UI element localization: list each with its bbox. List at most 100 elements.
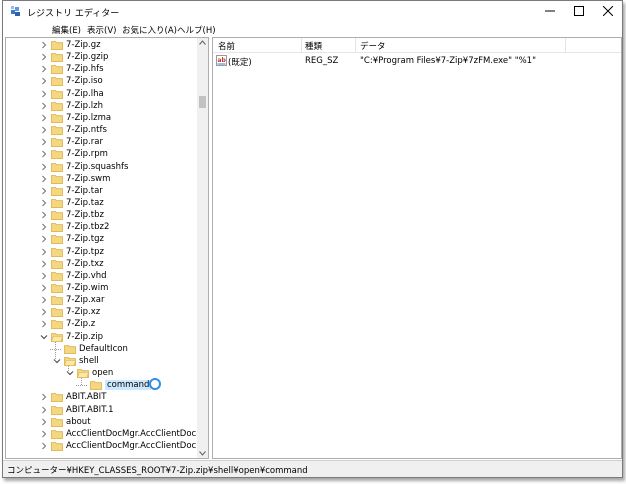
folder-icon [51, 125, 63, 136]
chevron-right-icon[interactable] [40, 308, 48, 316]
chevron-right-icon[interactable] [40, 260, 48, 268]
chevron-right-icon[interactable] [40, 235, 48, 243]
chevron-right-icon[interactable] [40, 248, 48, 256]
title-bar[interactable]: レジストリ エディター [3, 1, 622, 21]
tree-item[interactable]: 7-Zip.rar [6, 136, 196, 148]
maximize-button[interactable] [565, 1, 593, 21]
value-row[interactable]: ab (既定) REG_SZ "C:¥Program Files¥7-Zip¥7… [213, 54, 621, 68]
column-header-data[interactable]: データ [360, 40, 386, 52]
chevron-right-icon[interactable] [40, 430, 48, 438]
column-header-type[interactable]: 種類 [305, 40, 322, 52]
key-tree-pane[interactable]: 7-Zip.gz 7-Zip.gzip 7-Zip.hfs 7-Zip.iso 7-Zi… [5, 37, 209, 459]
tree-item[interactable]: 7-Zip.tbz [6, 209, 196, 221]
folder-icon [51, 332, 63, 342]
tree-item[interactable]: about [6, 416, 196, 428]
tree-scroll-thumb[interactable] [199, 96, 206, 108]
tree-item[interactable]: 7-Zip.tbz2 [6, 221, 196, 233]
tree-item[interactable]: 7-Zip.lha [6, 88, 196, 100]
tree-item[interactable]: 7-Zip.vhd [6, 270, 196, 282]
tree-connector [81, 378, 82, 386]
folder-icon [64, 344, 76, 354]
chevron-right-icon[interactable] [40, 272, 48, 280]
chevron-right-icon[interactable] [40, 211, 48, 219]
tree-item[interactable]: ABIT.ABIT.1 [6, 404, 196, 416]
chevron-right-icon[interactable] [40, 150, 48, 158]
tree-item[interactable]: 7-Zip.xar [6, 294, 196, 306]
chevron-right-icon[interactable] [40, 320, 48, 328]
tree-item[interactable]: 7-Zip.iso [6, 75, 196, 87]
chevron-right-icon[interactable] [40, 223, 48, 231]
tree-item[interactable]: 7-Zip.lzh [6, 100, 196, 112]
column-divider[interactable] [565, 38, 566, 53]
chevron-right-icon[interactable] [40, 163, 48, 171]
folder-icon [51, 392, 63, 403]
minimize-button[interactable] [536, 1, 564, 21]
tree-item[interactable]: 7-Zip.tpz [6, 246, 196, 258]
tree-item[interactable]: 7-Zip.tgz [6, 233, 196, 245]
tree-item[interactable]: command [6, 378, 196, 391]
chevron-right-icon[interactable] [40, 138, 48, 146]
tree-item[interactable]: 7-Zip.taz [6, 197, 196, 209]
value-list-pane[interactable]: 名前 種類 データ ab (既定) REG_SZ "C:¥Program Fil… [212, 37, 622, 459]
chevron-right-icon[interactable] [40, 296, 48, 304]
tree-item[interactable]: shell [6, 355, 196, 367]
tree-item[interactable]: AccClientDocMgr.AccClientDocMgr.1 [6, 440, 208, 452]
chevron-right-icon[interactable] [40, 114, 48, 122]
column-divider[interactable] [301, 38, 302, 53]
tree-item[interactable]: 7-Zip.gzip [6, 51, 196, 63]
tree-item[interactable]: 7-Zip.gz [6, 39, 196, 51]
column-header-name[interactable]: 名前 [218, 40, 235, 52]
tree-item[interactable]: 7-Zip.wim [6, 282, 196, 294]
registry-editor-window: レジストリ エディター 編集(E) 表示(V) お気に入り(A) ヘルプ(H) … [2, 0, 623, 478]
menu-help[interactable]: ヘルプ(H) [177, 24, 216, 36]
folder-icon [64, 356, 76, 366]
tree-item-label: open [92, 368, 114, 379]
tree-item[interactable]: 7-Zip.squashfs [6, 161, 196, 173]
menu-edit[interactable]: 編集(E) [52, 24, 81, 36]
folder-icon [51, 247, 63, 257]
close-button[interactable] [594, 1, 622, 21]
tree-item[interactable]: 7-Zip.lzma [6, 112, 196, 124]
chevron-right-icon[interactable] [40, 418, 48, 426]
folder-icon [51, 162, 63, 172]
tree-item[interactable]: 7-Zip.hfs [6, 63, 196, 75]
column-divider[interactable] [355, 38, 356, 53]
tree-item-label: 7-Zip.iso [66, 76, 103, 87]
tree-item[interactable]: 7-Zip.swm [6, 173, 196, 185]
chevron-right-icon[interactable] [40, 77, 48, 85]
chevron-right-icon[interactable] [40, 393, 48, 401]
tree-item[interactable]: ABIT.ABIT [6, 391, 196, 403]
chevron-right-icon[interactable] [40, 187, 48, 195]
maximize-icon [574, 6, 584, 16]
tree-item[interactable]: 7-Zip.z [6, 318, 196, 330]
chevron-down-icon[interactable] [40, 333, 48, 341]
chevron-right-icon[interactable] [40, 406, 48, 414]
chevron-right-icon[interactable] [40, 102, 48, 110]
tree-item[interactable]: 7-Zip.xz [6, 306, 196, 318]
chevron-right-icon[interactable] [40, 65, 48, 73]
tree-vertical-scrollbar[interactable] [197, 38, 208, 458]
tree-item[interactable]: AccClientDocMgr.AccClientDocMgr [6, 428, 208, 440]
chevron-right-icon[interactable] [40, 53, 48, 61]
tree-item[interactable]: 7-Zip.rpm [6, 148, 196, 160]
tree-item[interactable]: 7-Zip.tar [6, 185, 196, 197]
chevron-right-icon[interactable] [40, 41, 48, 49]
tree-item-label: 7-Zip.wim [66, 283, 109, 293]
tree-item[interactable]: open [6, 367, 196, 379]
chevron-right-icon[interactable] [40, 175, 48, 183]
chevron-right-icon[interactable] [40, 126, 48, 134]
chevron-right-icon[interactable] [40, 90, 48, 98]
chevron-right-icon[interactable] [40, 442, 48, 450]
scroll-up-icon[interactable] [199, 40, 206, 45]
chevron-right-icon[interactable] [40, 284, 48, 292]
tree-item[interactable]: DefaultIcon [6, 343, 196, 355]
tree-item[interactable]: 7-Zip.zip [6, 331, 196, 343]
folder-icon [51, 40, 63, 51]
tree-item[interactable]: 7-Zip.ntfs [6, 124, 196, 136]
menu-favorites[interactable]: お気に入り(A) [122, 24, 177, 36]
scroll-down-icon[interactable] [199, 451, 206, 456]
menu-view[interactable]: 表示(V) [87, 24, 116, 36]
chevron-right-icon[interactable] [40, 199, 48, 207]
close-icon [603, 6, 613, 16]
tree-item[interactable]: 7-Zip.txz [6, 258, 196, 270]
